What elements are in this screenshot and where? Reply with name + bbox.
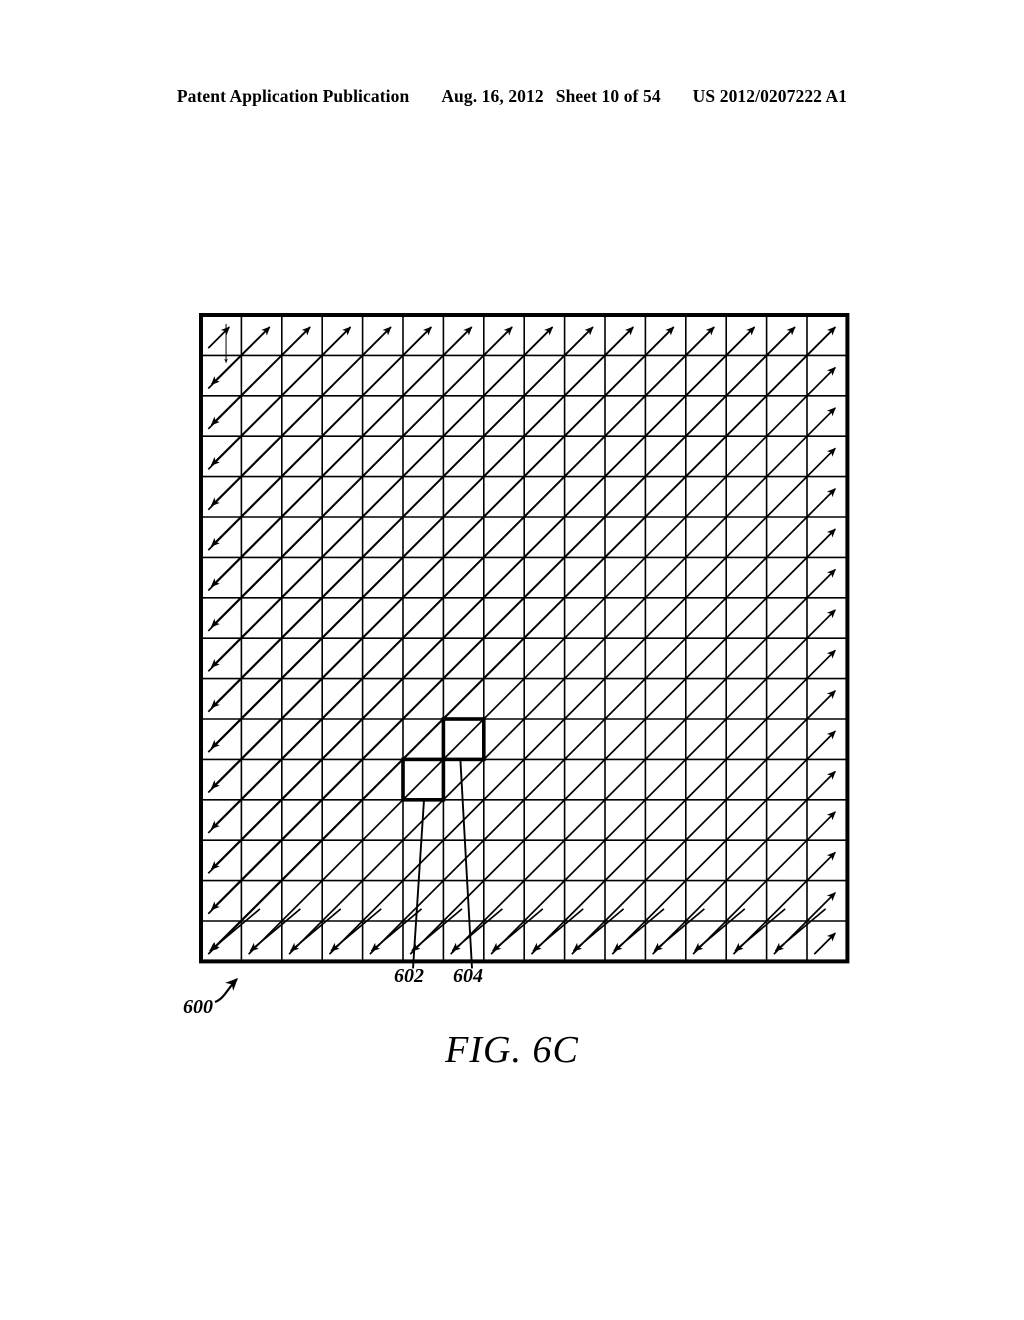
scan-diagonal-uprigh	[652, 770, 836, 955]
scan-return-bottom-row	[613, 908, 665, 952]
scan-return-bottom-row	[572, 908, 625, 952]
scan-diagonal-uprigh	[692, 811, 836, 955]
scan-return-bottom-row	[249, 908, 301, 952]
scan-diagonal-uprigh	[248, 366, 836, 955]
scan-path-layer	[207, 323, 836, 955]
leader-arrow-600	[214, 978, 238, 1004]
scan-return-bottom-row	[492, 908, 544, 952]
scan-return-bottom-row	[734, 908, 786, 952]
scan-return-downleft	[210, 326, 634, 749]
scan-diagonal-uprigh	[450, 568, 836, 955]
scan-return-bottom-row	[209, 908, 261, 952]
reference-label-602: 602	[394, 965, 424, 987]
scan-return-downleft	[210, 326, 554, 668]
scan-return-bottom-row	[451, 908, 503, 952]
scan-return-bottom-row	[532, 908, 584, 952]
scan-diagonal-uprigh	[530, 649, 836, 955]
scan-return-bottom-row	[330, 908, 382, 952]
scan-return-bottom-row	[653, 908, 705, 952]
scan-diagonal-uprigh	[409, 528, 836, 955]
scan-return-bottom-row	[290, 908, 342, 952]
reference-label-600: 600	[183, 996, 213, 1018]
scan-return-downleft	[210, 326, 392, 507]
reference-label-604: 604	[453, 965, 483, 987]
scan-diagonal-uprigh	[571, 690, 836, 955]
scan-diagonal-uprigh	[813, 932, 836, 955]
scan-return-downleft	[210, 326, 796, 911]
figure-caption: FIG. 6C	[445, 1029, 579, 1071]
leader-line-604	[459, 759, 473, 969]
figure-drawing	[199, 313, 850, 1004]
scan-return-downleft	[210, 326, 473, 588]
figure-6c: 600 602 604 FIG. 6C	[0, 0, 1024, 1320]
scan-return-bottom-row	[694, 908, 746, 952]
scan-diagonal-uprigh	[328, 447, 836, 955]
scan-return-bottom-row	[411, 908, 463, 952]
scan-diagonal-uprigh	[288, 407, 836, 955]
scan-return-bottom-row	[774, 908, 827, 952]
scan-return-downleft	[210, 326, 715, 830]
